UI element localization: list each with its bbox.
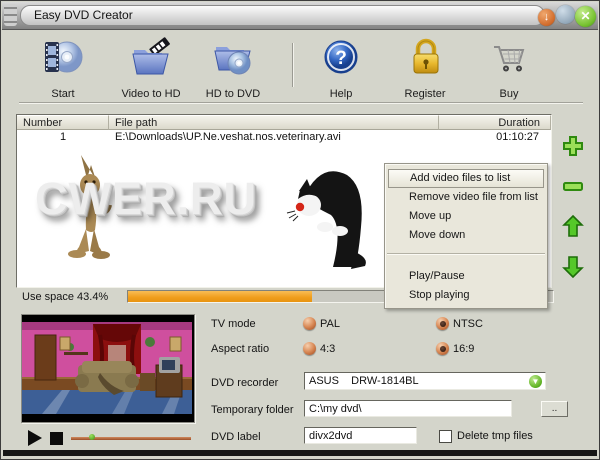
menu-item-remove-video-file[interactable]: Remove video file from list — [385, 188, 547, 207]
aspect-169-radio[interactable] — [436, 342, 449, 355]
use-space-progress-fill — [128, 291, 313, 302]
menu-item-stop-playing[interactable]: Stop playing — [385, 286, 547, 305]
toolbar-separator — [292, 43, 294, 87]
help-button[interactable]: ? Help — [303, 37, 379, 100]
cell-number: 1 — [59, 131, 67, 143]
table-row[interactable]: 1 E:\Downloads\UP.Ne.veshat.nos.veterina… — [17, 131, 551, 145]
aspect-169-label[interactable]: 16:9 — [453, 343, 474, 355]
minus-icon — [561, 182, 585, 202]
play-button[interactable] — [28, 430, 42, 446]
column-header-duration[interactable]: Duration — [439, 115, 551, 130]
remove-file-button[interactable] — [561, 174, 585, 198]
move-down-button[interactable] — [561, 255, 585, 279]
temporary-folder-field[interactable] — [304, 400, 512, 417]
titlebar[interactable]: Easy DVD Creator ↓ ✕ — [2, 2, 598, 30]
column-header-filepath[interactable]: File path — [109, 115, 439, 130]
buy-label: Buy — [499, 88, 519, 100]
context-menu: Add video files to list Remove video fil… — [384, 163, 548, 309]
arrow-down-icon — [561, 256, 585, 283]
register-button[interactable]: Register — [387, 37, 463, 100]
move-up-button[interactable] — [561, 214, 585, 238]
aspect-43-radio[interactable] — [303, 342, 316, 355]
ntsc-label[interactable]: NTSC — [453, 318, 483, 330]
buy-button[interactable]: Buy — [471, 37, 547, 100]
svg-text:?: ? — [335, 48, 347, 69]
folder-film-icon — [129, 37, 173, 85]
tv-mode-label: TV mode — [211, 318, 256, 330]
menu-item-move-down[interactable]: Move down — [385, 226, 547, 245]
menu-separator — [387, 253, 545, 255]
question-icon: ? — [319, 40, 363, 85]
menu-item-add-video-files[interactable]: Add video files to list — [388, 169, 544, 188]
use-space-label: Use space 43.4% — [22, 291, 109, 303]
maximize-button[interactable] — [556, 5, 575, 24]
dvd-recorder-value: ASUS DRW-1814BL — [309, 375, 419, 387]
delete-tmp-checkbox[interactable] — [439, 430, 452, 443]
start-label: Start — [51, 88, 75, 100]
browse-folder-button[interactable]: .. — [541, 401, 568, 417]
window-bottom-edge — [3, 450, 597, 456]
file-list-header: Number File path Duration — [17, 115, 551, 130]
ntsc-radio[interactable] — [436, 317, 449, 330]
video-preview — [21, 314, 195, 423]
dvd-recorder-select[interactable]: ASUS DRW-1814BL ▼ — [304, 372, 546, 390]
temporary-folder-label: Temporary folder — [211, 404, 294, 416]
window-title: Easy DVD Creator — [20, 5, 545, 26]
padlock-icon — [403, 38, 447, 85]
cell-duration: 01:10:27 — [496, 131, 539, 143]
seek-slider-thumb[interactable] — [89, 434, 95, 440]
hd-to-dvd-label: HD to DVD — [205, 88, 261, 100]
pal-label[interactable]: PAL — [320, 318, 340, 330]
dvd-label-field[interactable] — [304, 427, 417, 444]
film-disc-icon — [41, 41, 85, 85]
cell-filepath: E:\Downloads\UP.Ne.veshat.nos.veterinary… — [115, 131, 341, 143]
add-file-button[interactable] — [561, 134, 585, 158]
sylvester-cat-graphic — [286, 171, 366, 269]
register-label: Register — [404, 88, 446, 100]
aspect-ratio-label: Aspect ratio — [211, 343, 270, 355]
help-label: Help — [329, 88, 353, 100]
video-frame-graphic — [22, 315, 192, 420]
delete-tmp-label[interactable]: Delete tmp files — [457, 430, 533, 442]
aspect-43-label[interactable]: 4:3 — [320, 343, 335, 355]
dvd-label-label: DVD label — [211, 431, 261, 443]
video-to-hd-label: Video to HD — [121, 88, 181, 100]
pal-radio[interactable] — [303, 317, 316, 330]
stop-button[interactable] — [50, 432, 63, 445]
menu-item-move-up[interactable]: Move up — [385, 207, 547, 226]
titlebar-grip — [4, 4, 17, 26]
column-header-number[interactable]: Number — [17, 115, 109, 130]
combo-dropdown-icon[interactable]: ▼ — [529, 374, 542, 388]
menu-item-play-pause[interactable]: Play/Pause — [385, 267, 547, 286]
close-button[interactable]: ✕ — [575, 6, 596, 27]
hd-to-dvd-button[interactable]: HD to DVD — [195, 37, 271, 100]
start-button[interactable]: Start — [25, 37, 101, 100]
cart-icon — [487, 46, 531, 85]
video-to-hd-button[interactable]: Video to HD — [113, 37, 189, 100]
dvd-recorder-label: DVD recorder — [211, 377, 279, 389]
folder-disc-icon — [211, 47, 255, 85]
toolbar-divider — [19, 102, 583, 104]
plus-icon — [561, 136, 585, 162]
app-window: Easy DVD Creator ↓ ✕ Start Video to HD H… — [0, 0, 600, 460]
minimize-button[interactable]: ↓ — [538, 9, 555, 26]
arrow-up-icon — [561, 214, 585, 242]
